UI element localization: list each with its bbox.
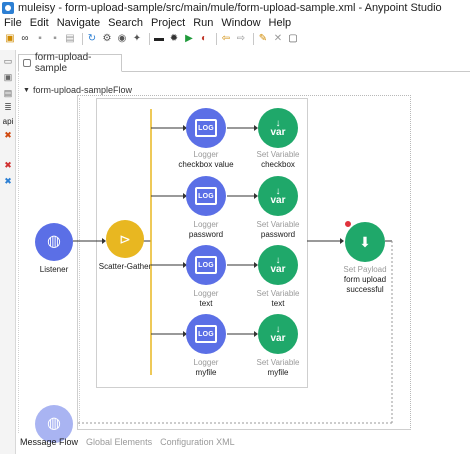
logger-node-2[interactable]: LOG xyxy=(186,176,226,216)
scatter-gather-icon: ⊳ xyxy=(119,230,131,247)
set-variable-node-1[interactable]: ↓ var xyxy=(258,108,298,148)
set-payload-icon: ⬇ xyxy=(359,233,371,250)
listener-node[interactable]: ◍ xyxy=(35,223,73,261)
logger-icon: LOG xyxy=(195,187,217,205)
logger-name-1: checkbox value xyxy=(178,160,234,169)
logger-type-3: Logger xyxy=(193,289,219,298)
logger-icon: LOG xyxy=(195,119,217,137)
logger-type-4: Logger xyxy=(193,358,219,367)
setvar-type-3: Set Variable xyxy=(256,289,300,298)
logger-node-1[interactable]: LOG xyxy=(186,108,226,148)
set-variable-icon: ↓ var xyxy=(270,186,286,206)
tab-message-flow[interactable]: Message Flow xyxy=(20,437,78,447)
set-variable-icon: ↓ var xyxy=(270,255,286,275)
listener-label: Listener xyxy=(39,265,69,274)
tab-configuration-xml[interactable]: Configuration XML xyxy=(160,437,235,447)
logger-icon: LOG xyxy=(195,256,217,274)
globe-icon: ◍ xyxy=(47,233,61,250)
set-payload-name-line2: successful xyxy=(346,285,384,294)
set-variable-node-2[interactable]: ↓ var xyxy=(258,176,298,216)
setvar-type-1: Set Variable xyxy=(256,150,300,159)
logger-icon: LOG xyxy=(195,325,217,343)
set-payload-node[interactable]: ⬇ xyxy=(345,222,385,262)
setvar-name-4: myfile xyxy=(267,368,289,377)
scatter-gather-node[interactable]: ⊳ xyxy=(106,220,144,258)
tab-global-elements[interactable]: Global Elements xyxy=(86,437,152,447)
logger-name-3: text xyxy=(199,299,213,308)
logger-node-4[interactable]: LOG xyxy=(186,314,226,354)
set-variable-node-3[interactable]: ↓ var xyxy=(258,245,298,285)
setvar-type-2: Set Variable xyxy=(256,220,300,229)
logger-type-2: Logger xyxy=(193,220,219,229)
logger-node-3[interactable]: LOG xyxy=(186,245,226,285)
set-variable-icon: ↓ var xyxy=(270,324,286,344)
setvar-type-4: Set Variable xyxy=(256,358,300,367)
globe-icon: ◍ xyxy=(47,415,61,432)
logger-name-2: password xyxy=(188,230,224,239)
arrowhead xyxy=(340,238,344,244)
setvar-name-3: text xyxy=(271,299,285,308)
scatter-gather-label: Scatter-Gather xyxy=(98,262,152,271)
set-variable-node-4[interactable]: ↓ var xyxy=(258,314,298,354)
editor-bottom-tabs: Message Flow Global Elements Configurati… xyxy=(20,436,243,448)
set-payload-name-line1: form upload xyxy=(343,275,387,284)
logger-type-1: Logger xyxy=(193,150,219,159)
set-payload-type: Set Payload xyxy=(343,265,387,274)
setvar-name-1: checkbox xyxy=(261,160,295,169)
set-variable-icon: ↓ var xyxy=(270,118,286,138)
error-indicator-dot xyxy=(344,220,352,228)
setvar-name-2: password xyxy=(260,230,296,239)
logger-name-4: myfile xyxy=(195,368,217,377)
